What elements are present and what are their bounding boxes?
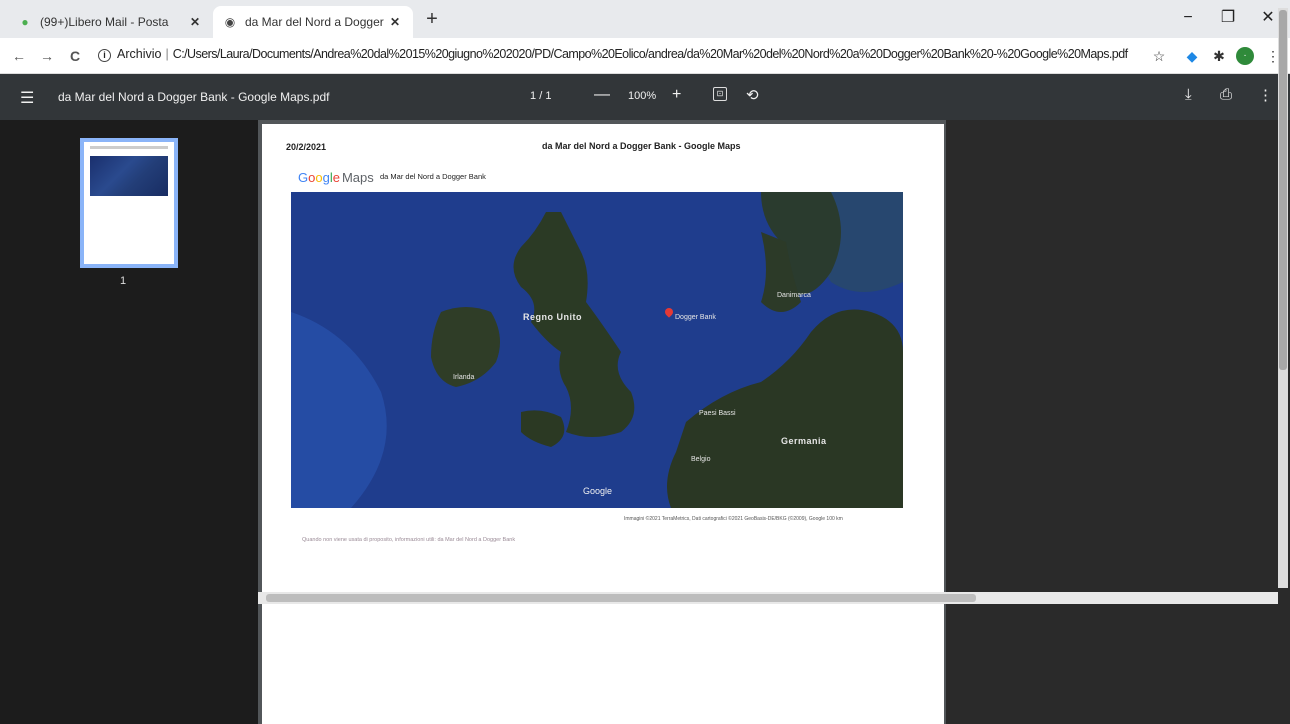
download-icon[interactable]: ⤓ bbox=[1185, 86, 1192, 103]
back-button[interactable]: ← bbox=[8, 46, 30, 66]
google-watermark: Google bbox=[583, 486, 613, 496]
map-attribution: Immagini ©2021 TerraMetrics, Dati cartog… bbox=[624, 516, 843, 522]
hamburger-menu-icon[interactable]: ☰ bbox=[20, 88, 34, 108]
thumbnail-sidebar: 1 bbox=[0, 120, 258, 724]
info-icon[interactable]: i bbox=[98, 49, 111, 62]
map-label-belgio: Belgio bbox=[691, 456, 711, 463]
page-indicator[interactable]: 1 / 1 bbox=[530, 90, 551, 102]
map-label-regno-unito: Regno Unito bbox=[523, 312, 582, 322]
libero-favicon-icon: ● bbox=[21, 15, 29, 29]
thumbnail-header-line bbox=[90, 146, 168, 149]
reload-button[interactable]: C bbox=[64, 46, 86, 66]
satellite-map: Regno Unito Irlanda Germania Danimarca P… bbox=[291, 192, 903, 508]
page-total: 1 bbox=[545, 90, 552, 102]
route-title: da Mar del Nord a Dogger Bank bbox=[380, 172, 486, 181]
map-label-germania: Germania bbox=[781, 436, 827, 446]
page-date: 20/2/2021 bbox=[286, 142, 327, 152]
map-label-dogger-bank: Dogger Bank bbox=[675, 314, 716, 321]
map-label-paesi-bassi: Paesi Bassi bbox=[699, 410, 736, 417]
tab-title: (99+)Libero Mail - Posta bbox=[40, 15, 169, 29]
scheme-label: Archivio bbox=[117, 47, 162, 61]
forward-button[interactable]: → bbox=[36, 46, 58, 66]
rotate-icon[interactable]: ⟲ bbox=[746, 86, 759, 104]
tab-title: da Mar del Nord a Dogger Bank bbox=[245, 15, 387, 29]
page-separator: / bbox=[539, 90, 543, 102]
map-land-shapes bbox=[291, 192, 903, 508]
new-tab-button[interactable]: + bbox=[420, 8, 444, 32]
vertical-scroll-thumb[interactable] bbox=[1279, 10, 1287, 370]
extension-icon[interactable]: ◆ bbox=[1183, 47, 1201, 65]
zoom-in-button[interactable]: + bbox=[672, 86, 681, 104]
print-icon[interactable]: ⎙ bbox=[1220, 86, 1232, 103]
viewer-right-area bbox=[946, 120, 1290, 724]
page-header-title: da Mar del Nord a Dogger Bank - Google M… bbox=[542, 141, 741, 151]
url-text: C:/Users/Laura/Documents/Andrea%20dal%20… bbox=[172, 47, 1128, 61]
more-options-icon[interactable]: ⋮ bbox=[1258, 86, 1273, 104]
url-field[interactable]: i Archivio | C:/Users/Laura/Documents/Andre… bbox=[98, 47, 1128, 62]
page-current[interactable]: 1 bbox=[530, 90, 536, 102]
page-thumbnail[interactable] bbox=[80, 138, 178, 268]
puzzle-icon[interactable]: ✱ bbox=[1210, 47, 1228, 65]
bookmark-star-icon[interactable]: ☆ bbox=[1150, 47, 1168, 65]
pdf-viewer: 1 20/2/2021 da Mar del Nord a Dogger Ban… bbox=[0, 120, 1290, 724]
minimize-button[interactable]: − bbox=[1168, 6, 1208, 30]
thumbnail-map bbox=[90, 156, 168, 196]
logo-maps-text: Maps bbox=[341, 170, 374, 185]
map-label-danimarca: Danimarca bbox=[777, 292, 811, 299]
tab-close-icon[interactable]: ✕ bbox=[387, 15, 403, 29]
globe-favicon-icon: ◉ bbox=[224, 15, 236, 29]
profile-avatar[interactable]: · bbox=[1236, 47, 1254, 65]
fit-page-icon[interactable]: ⊡ bbox=[713, 87, 727, 101]
pdf-page: 20/2/2021 da Mar del Nord a Dogger Bank … bbox=[262, 124, 944, 724]
address-bar: ← → C i Archivio | C:/Users/Laura/Documents… bbox=[0, 38, 1290, 74]
zoom-level[interactable]: 100% bbox=[628, 90, 656, 102]
tab-dogger-bank[interactable]: ◉ da Mar del Nord a Dogger Bank ✕ bbox=[213, 6, 413, 38]
google-maps-logo: Google Maps bbox=[298, 170, 374, 185]
map-label-irlanda: Irlanda bbox=[453, 374, 475, 381]
tab-libero-mail[interactable]: ● (99+)Libero Mail - Posta ✕ bbox=[8, 6, 213, 38]
page-note: Quando non viene usata di proposito, inf… bbox=[302, 537, 516, 543]
url-separator: | bbox=[165, 47, 169, 61]
horizontal-scroll-thumb[interactable] bbox=[266, 594, 976, 602]
tab-close-icon[interactable]: ✕ bbox=[187, 15, 203, 29]
pdf-toolbar: ☰ da Mar del Nord a Dogger Bank - Google… bbox=[0, 74, 1290, 120]
thumbnail-page-number: 1 bbox=[120, 275, 127, 287]
zoom-out-button[interactable]: — bbox=[594, 86, 610, 104]
pdf-title: da Mar del Nord a Dogger Bank - Google M… bbox=[58, 90, 330, 104]
browser-tabbar: ● (99+)Libero Mail - Posta ✕ ◉ da Mar de… bbox=[0, 0, 1290, 38]
maximize-button[interactable]: ❐ bbox=[1208, 6, 1248, 30]
